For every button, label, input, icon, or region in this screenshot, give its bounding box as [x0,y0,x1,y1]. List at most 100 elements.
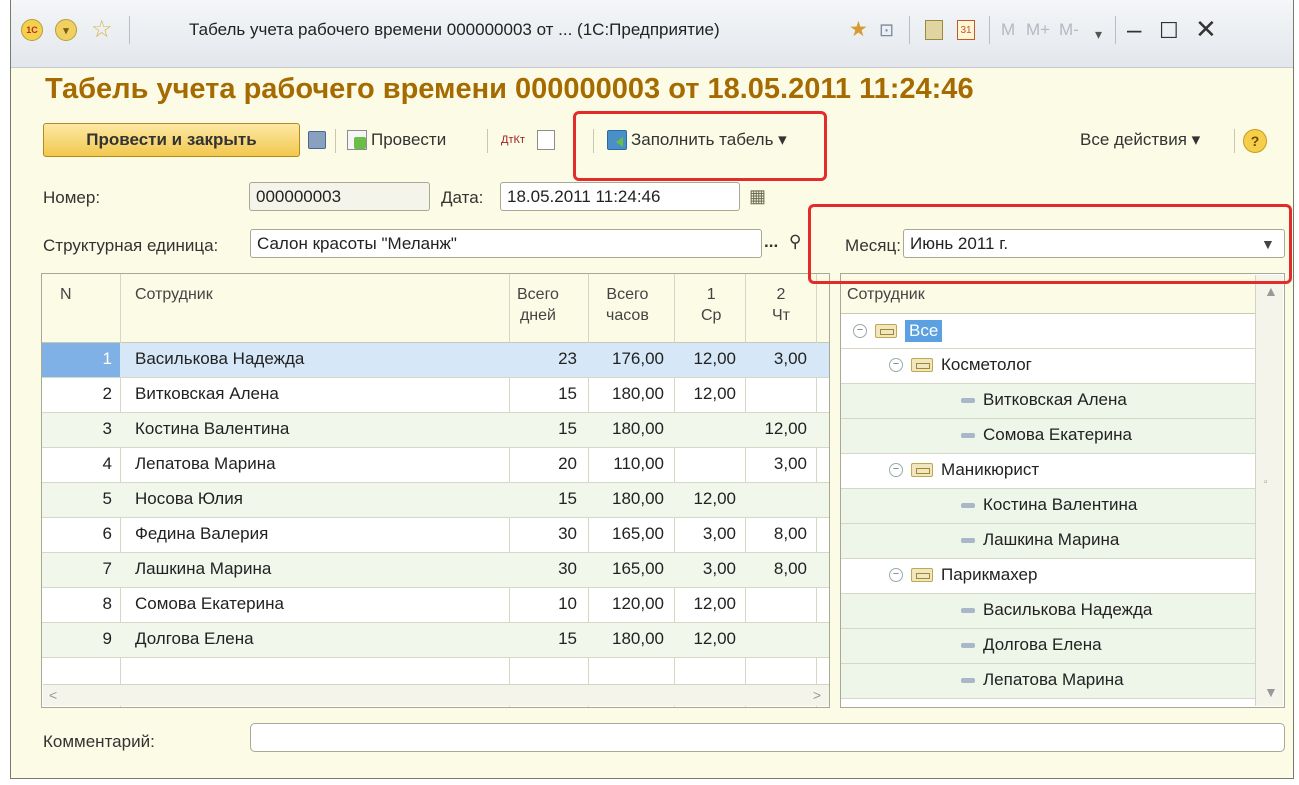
scroll-right-icon[interactable]: > [813,687,821,703]
scroll-left-icon[interactable]: < [49,687,57,703]
employee-tree[interactable]: Сотрудник − Все − Косметолог Витковская … [840,273,1285,708]
minimize-icon[interactable]: – [1127,14,1141,45]
calendar-icon[interactable]: 31 [957,20,975,40]
table-row[interactable]: 4 Лепатова Марина 20 110,00 3,00 [42,448,829,483]
favorite-star-icon[interactable]: ☆ [91,15,113,44]
header-day-2[interactable]: 2 Чт [772,284,790,326]
table-row[interactable]: 1 Василькова Надежда 23 176,00 12,00 3,0… [42,343,829,378]
table-row[interactable]: 5 Носова Юлия 15 180,00 12,00 [42,483,829,518]
header-day-2-num: 2 [776,286,786,303]
collapse-icon[interactable]: − [889,463,903,477]
horizontal-scrollbar[interactable]: < > [43,684,829,706]
cell-hours: 110,00 [613,454,664,473]
tree-item-row[interactable]: Лепатова Марина [841,664,1255,699]
table-row[interactable]: 9 Долгова Елена 15 180,00 12,00 [42,623,829,658]
unit-select-button[interactable]: ... [764,232,778,252]
collapse-icon[interactable]: − [889,358,903,372]
memory-m-button[interactable]: M [1001,20,1015,40]
cell-day2: 8,00 [773,559,807,578]
cell-days: 30 [558,559,577,578]
tree-group-row[interactable]: − Косметолог [841,349,1255,384]
table-row[interactable]: 6 Федина Валерия 30 165,00 3,00 8,00 [42,518,829,553]
header-day-1-num: 1 [706,286,716,303]
collapse-icon[interactable]: − [889,568,903,582]
table-row[interactable]: 2 Витковская Алена 15 180,00 12,00 [42,378,829,413]
tree-node-label: Все [905,320,943,342]
tree-node-group[interactable]: − Маникюрист [889,460,1039,480]
app-logo-icon[interactable]: 1С [21,19,43,41]
table-row[interactable]: 8 Сомова Екатерина 10 120,00 12,00 [42,588,829,623]
tree-group-row[interactable]: − Парикмахер [841,559,1255,594]
all-actions-button[interactable]: Все действия ▾ [1080,127,1200,153]
header-day-1[interactable]: 1 Ср [701,284,721,326]
memory-minus-button[interactable]: M- [1059,20,1079,40]
cell-hours: 180,00 [612,419,664,438]
scroll-up-icon[interactable]: ▲ [1264,283,1278,299]
tree-root-row[interactable]: − Все [841,314,1255,349]
timesheet-table[interactable]: N Сотрудник Всего дней Всего часов 1 Ср … [41,273,830,708]
tree-item-row[interactable]: Костина Валентина [841,489,1255,524]
scroll-down-icon[interactable]: ▼ [1264,684,1278,700]
number-field[interactable]: 000000003 [249,182,430,211]
tree-node-item[interactable]: Долгова Елена [961,635,1102,655]
main-menu-icon[interactable]: ▾ [55,19,77,41]
document-icon [537,130,555,150]
scroll-thumb-grip[interactable]: ▫ [1264,477,1268,488]
date-field[interactable]: 18.05.2011 11:24:46 [500,182,740,211]
calendar-picker-icon[interactable]: ▦ [749,186,766,207]
search-icon[interactable]: ⚲ [789,232,801,252]
tree-node-group[interactable]: − Парикмахер [889,565,1037,585]
tree-node-item[interactable]: Лашкина Марина [961,530,1119,550]
collapse-icon[interactable]: − [853,324,867,338]
header-n[interactable]: N [60,284,72,305]
cell-n: 4 [102,454,112,473]
cell-hours: 165,00 [612,559,664,578]
post-and-close-button[interactable]: Провести и закрыть [43,123,300,157]
tree-item-row[interactable]: Лашкина Марина [841,524,1255,559]
memory-plus-button[interactable]: M+ [1026,20,1050,40]
cell-hours: 180,00 [612,489,664,508]
tree-item-row[interactable]: Сомова Екатерина [841,419,1255,454]
post-button[interactable]: Провести [347,127,446,153]
table-row[interactable]: 3 Костина Валентина 15 180,00 12,00 [42,413,829,448]
tree-node-item[interactable]: Костина Валентина [961,495,1137,515]
tree-node-item[interactable]: Лепатова Марина [961,670,1124,690]
vertical-scrollbar[interactable]: ▲ ▫ ▼ [1255,275,1283,706]
header-day-1-weekday: Ср [701,307,722,324]
unit-field[interactable]: Салон красоты "Меланж" [250,229,762,258]
tree-node-item[interactable]: Сомова Екатерина [961,425,1132,445]
tree-item-row[interactable]: Долгова Елена [841,629,1255,664]
comment-field[interactable] [250,723,1285,752]
titlebar-separator [909,16,910,44]
help-button[interactable]: ? [1243,128,1267,154]
tree-group-row[interactable]: − Маникюрист [841,454,1255,489]
tree-node-group[interactable]: − Косметолог [889,355,1032,375]
tree-node-root[interactable]: − Все [853,320,943,342]
tree-node-item[interactable]: Василькова Надежда [961,600,1152,620]
titlebar-dropdown-icon[interactable]: ▾ [1095,22,1102,46]
tree-node-label: Василькова Надежда [983,600,1153,619]
cell-days: 15 [558,419,577,438]
bookmark-icon[interactable]: ⊡ [879,18,894,42]
cell-n: 1 [102,349,112,368]
cell-name: Костина Валентина [135,419,290,438]
cell-name: Федина Валерия [135,524,269,543]
cell-day1: 12,00 [693,349,736,368]
cell-day1: 12,00 [693,489,736,508]
calculator-icon[interactable] [925,20,943,40]
document-window: 1С ▾ ☆ Табель учета рабочего времени 000… [10,0,1294,779]
header-total-hours[interactable]: Всего часов [606,284,649,326]
maximize-icon[interactable]: ☐ [1159,18,1179,44]
tree-item-row[interactable]: Василькова Надежда [841,594,1255,629]
folder-icon [911,463,933,477]
header-total-days[interactable]: Всего дней [517,284,559,326]
save-button[interactable] [308,127,326,153]
tree-item-row[interactable]: Витковская Алена [841,384,1255,419]
favorites-star-icon[interactable]: ★ [849,18,868,42]
tree-node-item[interactable]: Витковская Алена [961,390,1127,410]
dt-kt-button[interactable]: ДтКт [501,127,525,153]
close-icon[interactable]: ✕ [1195,14,1217,45]
table-row[interactable]: 7 Лашкина Марина 30 165,00 3,00 8,00 [42,553,829,588]
related-documents-button[interactable] [537,127,555,153]
header-employee[interactable]: Сотрудник [135,284,213,305]
